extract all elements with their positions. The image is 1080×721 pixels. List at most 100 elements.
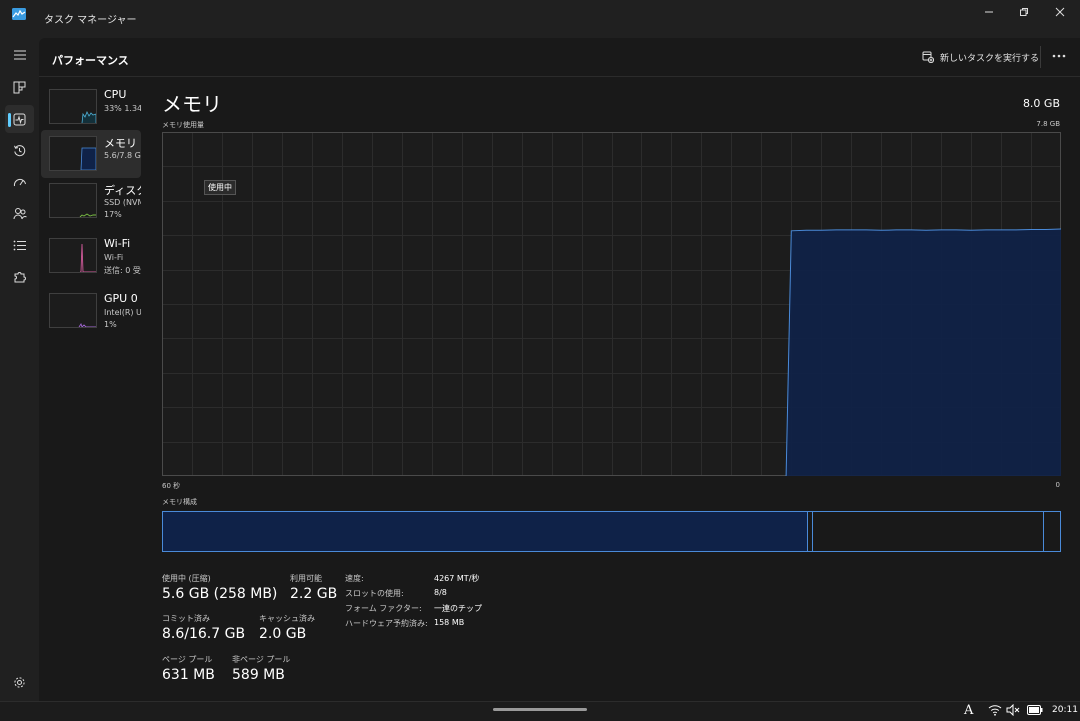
nav-startup-apps[interactable]: [5, 168, 34, 196]
gpu-sparkline: [78, 322, 96, 327]
resource-detail: Wi-Fi: [104, 253, 124, 262]
resource-detail: Intel(R) UHD Graphics: [104, 308, 141, 317]
resource-disk[interactable]: ディスク 0 (C:) SSD (NVMe) 17%: [41, 177, 141, 225]
close-button[interactable]: [1037, 0, 1080, 24]
paged-pool-label: ページ プール: [162, 655, 213, 664]
memory-composition-bar[interactable]: [162, 511, 1061, 552]
resource-name: CPU: [104, 88, 127, 101]
resource-name: Wi-Fi: [104, 237, 131, 250]
processes-icon: [13, 81, 26, 93]
nav-details[interactable]: [5, 231, 34, 259]
more-options-button[interactable]: [1049, 48, 1069, 64]
ellipsis-icon: [1052, 54, 1066, 58]
available-value: 2.2 GB: [290, 586, 338, 602]
cached-label: キャッシュ済み: [259, 614, 315, 623]
menu-button[interactable]: [5, 41, 34, 69]
memory-thumbnail: [49, 136, 97, 171]
wifi-thumbnail: [49, 238, 97, 273]
resource-name: GPU 0: [104, 292, 138, 305]
cpu-sparkline: [81, 111, 96, 123]
task-manager-logo-icon: [12, 8, 26, 20]
resource-memory[interactable]: メモリ 5.6/7.8 GB (72%): [41, 130, 141, 178]
hamburger-icon: [13, 50, 26, 60]
chart-series: [785, 228, 1061, 476]
nonpaged-pool-label: 非ページ プール: [232, 655, 291, 664]
minimize-icon: [985, 11, 993, 13]
users-icon: [13, 207, 27, 219]
title-bar: [0, 0, 1080, 38]
nav-users[interactable]: [5, 199, 34, 227]
spec-form-factor-label: フォーム ファクター:: [345, 604, 422, 613]
header-separator: [1040, 46, 1041, 68]
cpu-thumbnail: [49, 89, 97, 124]
taskbar: [0, 701, 1080, 721]
active-indicator: [8, 113, 11, 127]
header-divider: [39, 76, 1080, 77]
navigation-rail: [0, 38, 38, 701]
in-use-value: 5.6 GB (258 MB): [162, 586, 278, 602]
memory-total: 8.0 GB: [1022, 97, 1060, 110]
gear-icon: [14, 676, 25, 688]
performance-icon: [13, 113, 26, 125]
nonpaged-pool-value: 589 MB: [232, 667, 285, 683]
resource-name: メモリ: [104, 137, 137, 150]
resource-detail: SSD (NVMe): [104, 198, 141, 207]
resource-cpu[interactable]: CPU 33% 1.34 GHz: [41, 83, 141, 131]
resource-detail-2: 1%: [104, 320, 117, 329]
detail-title: メモリ: [162, 92, 222, 116]
run-new-task-label: 新しいタスクを実行する: [940, 53, 1040, 64]
nav-performance[interactable]: [5, 105, 34, 133]
resource-detail: 5.6/7.8 GB (72%): [104, 151, 141, 160]
nav-app-history[interactable]: [5, 136, 34, 164]
spec-speed-value: 4267 MT/秒: [434, 574, 480, 583]
usage-tooltip: 使用中: [204, 180, 236, 195]
memory-usage-area: [786, 229, 1061, 476]
nav-processes[interactable]: [5, 73, 34, 101]
gesture-handle[interactable]: [493, 708, 587, 711]
resource-wifi[interactable]: Wi-Fi Wi-Fi 送信: 0 受信: 0 Kbps: [41, 232, 141, 280]
committed-label: コミット済み: [162, 614, 210, 623]
battery-icon[interactable]: [1027, 705, 1043, 715]
spec-form-factor-value: 一連のチップ: [434, 604, 482, 613]
in-use-label: 使用中 (圧縮): [162, 574, 211, 583]
resource-detail: 33% 1.34 GHz: [104, 104, 141, 113]
restore-icon: [1020, 8, 1028, 16]
spec-speed-label: 速度:: [345, 574, 364, 583]
spec-reserved-label: ハードウェア予約済み:: [345, 619, 428, 628]
composition-standby[interactable]: [813, 512, 1044, 551]
clock[interactable]: 20:11: [1052, 705, 1078, 715]
cached-value: 2.0 GB: [259, 626, 307, 642]
resource-detail-2: 送信: 0 受信: 0 Kbps: [104, 266, 141, 275]
gpu-thumbnail: [49, 293, 97, 328]
resource-detail-2: 17%: [104, 210, 122, 219]
composition-label: メモリ構成: [162, 498, 197, 506]
available-label: 利用可能: [290, 574, 322, 583]
paged-pool-value: 631 MB: [162, 667, 215, 683]
speedometer-icon: [13, 178, 26, 187]
services-puzzle-icon: [14, 271, 26, 282]
nav-services[interactable]: [5, 262, 34, 290]
settings-button[interactable]: [5, 668, 34, 696]
memory-sparkline: [80, 147, 96, 170]
x-axis-right-label: 0: [1055, 481, 1060, 489]
spec-slots-label: スロットの使用:: [345, 589, 404, 598]
resource-gpu[interactable]: GPU 0 Intel(R) UHD Graphics 1%: [41, 287, 141, 335]
usage-graph-max: 7.8 GB: [1036, 120, 1060, 128]
details-list-icon: [13, 240, 26, 250]
memory-usage-chart: [162, 132, 1061, 476]
window-title: タスク マネージャー: [44, 15, 137, 26]
disk-thumbnail: [49, 183, 97, 218]
page-title: パフォーマンス: [52, 54, 129, 67]
close-icon: [1055, 7, 1065, 17]
disk-sparkline: [79, 213, 96, 217]
spec-reserved-value: 158 MB: [434, 618, 465, 627]
committed-value: 8.6/16.7 GB: [162, 626, 246, 642]
run-new-task-button[interactable]: 新しいタスクを実行する: [922, 48, 1039, 66]
volume-muted-icon[interactable]: [1006, 704, 1020, 716]
input-language-indicator[interactable]: A: [964, 703, 973, 718]
history-icon: [14, 144, 26, 156]
x-axis-left-label: 60 秒: [162, 482, 181, 490]
new-task-icon: [922, 51, 934, 63]
composition-in-use[interactable]: [163, 512, 808, 551]
wifi-icon[interactable]: [988, 704, 1002, 716]
